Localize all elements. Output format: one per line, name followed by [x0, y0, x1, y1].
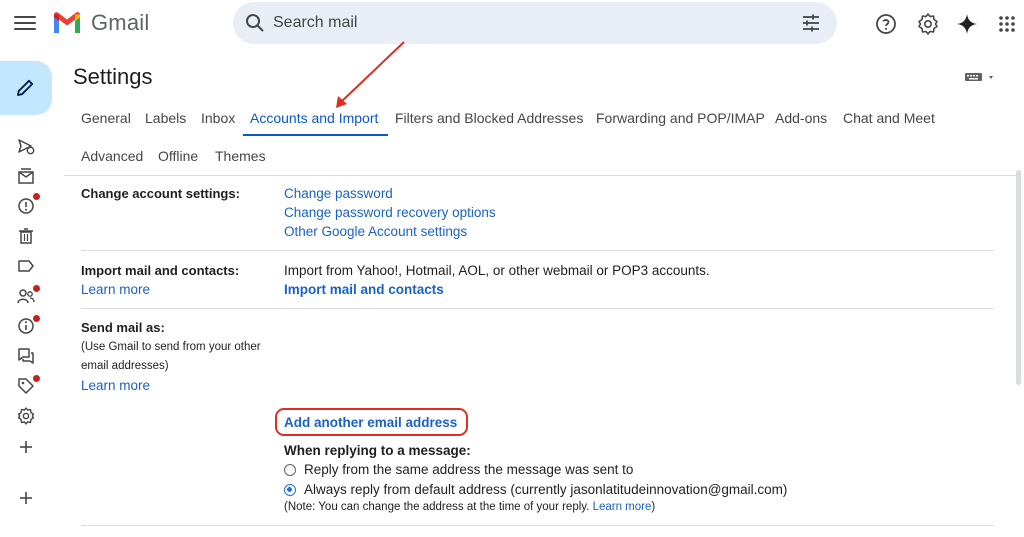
gemini-sparkle-icon[interactable]	[955, 12, 979, 36]
search-input[interactable]	[273, 9, 773, 37]
forums-icon[interactable]	[16, 346, 36, 366]
search-options-icon[interactable]	[801, 13, 821, 33]
manage-labels-gear-icon[interactable]	[16, 406, 36, 426]
active-tab-indicator	[243, 134, 388, 136]
top-bar: Gmail	[0, 0, 1024, 50]
tab-add-ons[interactable]: Add-ons	[775, 110, 827, 126]
apps-grid-icon[interactable]	[995, 12, 1019, 36]
tab-themes[interactable]: Themes	[215, 148, 266, 164]
social-notification-dot	[33, 285, 40, 292]
tab-filters-and-blocked-addresses[interactable]: Filters and Blocked Addresses	[395, 110, 583, 126]
import-description: Import from Yahoo!, Hotmail, AOL, or oth…	[284, 263, 710, 278]
tab-inbox[interactable]: Inbox	[201, 110, 235, 126]
compose-button[interactable]	[0, 61, 52, 115]
reply-note-learn-more-link[interactable]: Learn more	[593, 501, 652, 513]
create-label-plus-icon[interactable]	[16, 437, 36, 457]
input-tools-keyboard-icon[interactable]	[964, 71, 996, 83]
spam-icon[interactable]	[16, 196, 36, 216]
reply-note-text: (Note: You can change the address at the…	[284, 501, 590, 513]
change-password-link[interactable]: Change password	[284, 186, 393, 201]
send-mail-learn-more-link[interactable]: Learn more	[81, 378, 150, 393]
tab-chat-and-meet[interactable]: Chat and Meet	[843, 110, 935, 126]
when-replying-heading: When replying to a message:	[284, 443, 471, 458]
pencil-icon	[17, 79, 34, 96]
spam-notification-dot	[33, 193, 40, 200]
label-icon[interactable]	[16, 256, 36, 276]
import-mail-label: Import mail and contacts:	[81, 263, 240, 278]
tab-offline[interactable]: Offline	[158, 148, 198, 164]
import-learn-more-link[interactable]: Learn more	[81, 282, 150, 297]
main-menu-icon[interactable]	[14, 13, 36, 33]
reply-same-address-label[interactable]: Reply from the same address the message …	[304, 462, 633, 477]
tab-general[interactable]: General	[81, 110, 131, 126]
other-google-account-settings-link[interactable]: Other Google Account settings	[284, 224, 467, 239]
section-divider	[81, 525, 994, 526]
promotions-notification-dot	[33, 375, 40, 382]
scheduled-send-icon[interactable]	[16, 136, 36, 156]
tab-accounts-and-import[interactable]: Accounts and Import	[250, 110, 378, 126]
tab-advanced[interactable]: Advanced	[81, 148, 143, 164]
gear-icon[interactable]	[916, 12, 940, 36]
tabs-divider	[64, 175, 1018, 176]
send-mail-note-line-2: email addresses)	[81, 360, 169, 372]
all-mail-icon[interactable]	[16, 166, 36, 186]
reply-note-end: )	[651, 501, 656, 513]
import-mail-and-contacts-link[interactable]: Import mail and contacts	[284, 282, 444, 297]
search-bar[interactable]	[233, 2, 837, 44]
gmail-logo-icon[interactable]	[52, 11, 82, 35]
page-title: Settings	[73, 64, 153, 89]
section-divider	[81, 308, 994, 309]
tab-forwarding-and-pop-imap[interactable]: Forwarding and POP/IMAP	[596, 110, 765, 126]
reply-default-address-radio[interactable]	[284, 484, 296, 496]
updates-notification-dot	[33, 315, 40, 322]
send-mail-as-label: Send mail as:	[81, 320, 165, 335]
search-icon[interactable]	[245, 13, 265, 33]
change-account-settings-label: Change account settings:	[81, 186, 240, 201]
reply-same-address-radio[interactable]	[284, 464, 296, 476]
reply-default-address-label[interactable]: Always reply from default address (curre…	[304, 482, 787, 497]
change-recovery-options-link[interactable]: Change password recovery options	[284, 205, 496, 220]
send-mail-note-line-1: (Use Gmail to send from your other	[81, 341, 261, 353]
scrollbar[interactable]	[1016, 170, 1021, 385]
reply-note: (Note: You can change the address at the…	[284, 501, 655, 513]
section-divider	[81, 250, 994, 251]
help-icon[interactable]	[874, 12, 898, 36]
trash-icon[interactable]	[16, 226, 36, 246]
add-plus-icon[interactable]	[16, 488, 36, 508]
tab-labels[interactable]: Labels	[145, 110, 186, 126]
add-another-email-address-link[interactable]: Add another email address	[284, 415, 457, 430]
gmail-brand-text: Gmail	[91, 10, 150, 35]
